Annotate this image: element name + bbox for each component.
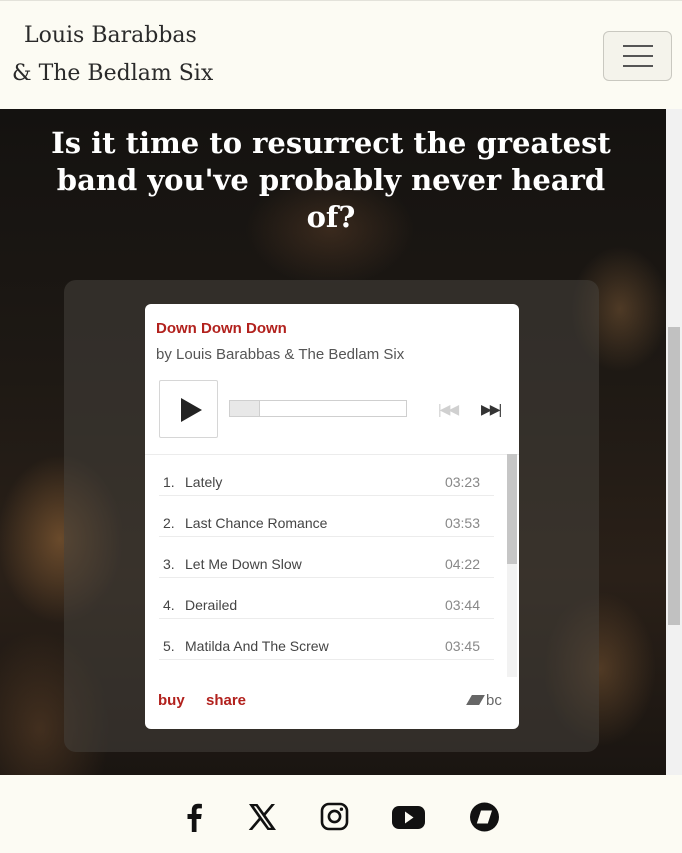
hero-headline: Is it time to resurrect the greatest ban… [51, 126, 611, 234]
track-row[interactable]: 5. Matilda And The Screw 03:45 [159, 619, 494, 660]
bandcamp-icon[interactable] [464, 799, 504, 835]
track-list: 1. Lately 03:23 2. Last Chance Romance 0… [145, 454, 519, 677]
facebook-icon[interactable] [174, 799, 214, 835]
track-duration: 03:23 [444, 474, 480, 490]
bandcamp-player: Down Down Down by Louis Barabbas & The B… [145, 304, 519, 729]
progress-knob[interactable] [230, 401, 260, 416]
tracklist-scrollbar-thumb[interactable] [507, 454, 517, 564]
track-name: Derailed [185, 597, 238, 613]
x-icon[interactable] [242, 799, 282, 835]
track-name: Last Chance Romance [185, 515, 328, 531]
track-duration: 04:22 [444, 556, 480, 572]
track-row[interactable]: 2. Last Chance Romance 03:53 [159, 496, 494, 537]
track-row[interactable]: 4. Derailed 03:44 [159, 578, 494, 619]
hamburger-icon [623, 65, 653, 67]
previous-track-button[interactable]: |◀◀ [438, 401, 459, 418]
brand-line-1: Louis Barabbas [24, 23, 197, 48]
album-artist[interactable]: by Louis Barabbas & The Bedlam Six [156, 346, 404, 363]
track-duration: 03:44 [444, 597, 480, 613]
bandcamp-logo[interactable]: bc [466, 692, 502, 709]
hamburger-icon [623, 55, 653, 57]
progress-bar[interactable] [229, 400, 407, 417]
track-row[interactable]: 3. Let Me Down Slow 04:22 [159, 537, 494, 578]
page-scrollbar-thumb[interactable] [668, 327, 680, 625]
track-number: 5. [163, 638, 175, 654]
track-number: 3. [163, 556, 175, 572]
track-name: Let Me Down Slow [185, 556, 302, 572]
play-button[interactable] [159, 380, 218, 438]
next-track-button[interactable]: ▶▶| [481, 401, 502, 418]
footer [0, 775, 682, 853]
track-number: 1. [163, 474, 175, 490]
youtube-icon[interactable] [388, 799, 428, 835]
track-duration: 03:45 [444, 638, 480, 654]
bandcamp-logo-mark [466, 695, 485, 705]
buy-link[interactable]: buy [158, 692, 185, 709]
menu-toggle-button[interactable] [603, 31, 672, 81]
instagram-icon[interactable] [314, 799, 354, 835]
album-title[interactable]: Down Down Down [156, 320, 287, 337]
navbar: Louis Barabbas & The Bedlam Six [0, 0, 682, 109]
track-name: Matilda And The Screw [185, 638, 329, 654]
track-duration: 03:53 [444, 515, 480, 531]
track-name: Lately [185, 474, 223, 490]
play-icon [181, 398, 202, 422]
track-number: 2. [163, 515, 175, 531]
brand-line-2: & The Bedlam Six [12, 61, 214, 86]
hamburger-icon [623, 45, 653, 47]
brand-link[interactable]: Louis Barabbas & The Bedlam Six [12, 17, 213, 93]
share-link[interactable]: share [206, 692, 246, 709]
track-row[interactable]: 1. Lately 03:23 [159, 455, 494, 496]
bandcamp-logo-text: bc [486, 692, 502, 709]
track-number: 4. [163, 597, 175, 613]
